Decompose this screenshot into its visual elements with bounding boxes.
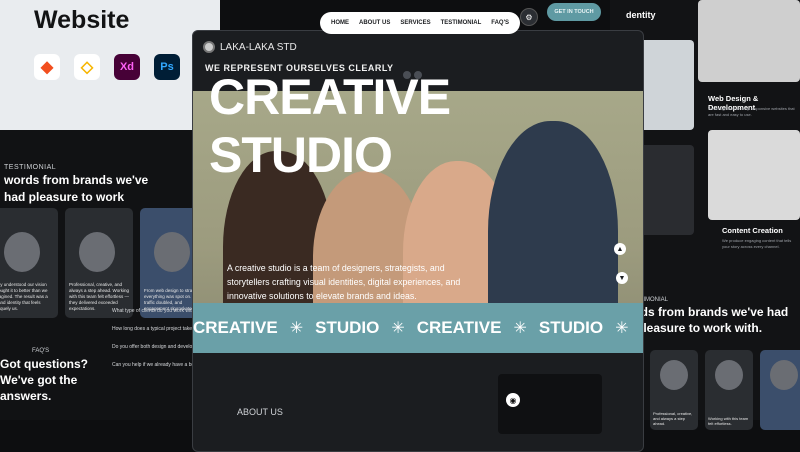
settings-icon[interactable]: ⚙ [520,8,538,26]
nav-item-about[interactable]: ABOUT US [354,20,395,26]
get-in-touch-button[interactable]: GET IN TOUCH [547,3,601,21]
asterisk-icon: ✳ [513,320,527,337]
scroll-up-icon[interactable]: ▲ [614,243,626,255]
nav-item-faqs[interactable]: FAQ'S [486,20,514,26]
testimonial-card[interactable]: Professional, creative, and always a ste… [650,350,698,430]
testimonial-card[interactable]: Professional, creative, and always a ste… [65,208,133,318]
testimonial-panel-left: TESTIMONIAL words from brands we've had … [0,130,215,420]
service-image [708,130,800,220]
nav-item-home[interactable]: HOME [326,20,354,26]
avatar [4,232,40,272]
asterisk-icon: ✳ [289,320,304,337]
faq-eyebrow: FAQ'S [32,348,50,354]
testimonial-quote: Working with this team felt effortless. [708,416,749,426]
testimonial-heading: rds from brands we've had pleasure to wo… [636,305,789,335]
avatar [154,232,190,272]
photoshop-icon: Ps [154,54,180,80]
marquee-word: CREATIVE [416,318,502,337]
asterisk-icon: ✳ [391,320,405,337]
hero-title: CREATIVE STUDIO [209,69,451,183]
testimonial-quote: truly understood our vision brought it t… [0,282,48,311]
testimonial-card[interactable]: truly understood our vision brought it t… [0,208,58,318]
scroll-down-icon[interactable]: ▼ [616,272,628,284]
marquee-word: STUDIO [538,318,604,337]
testimonial-card[interactable] [760,350,800,430]
brand[interactable]: LAKA-LAKA STD [203,41,297,53]
sketch-icon: ◇ [74,54,100,80]
avatar [770,360,798,390]
logo-icon [203,41,215,53]
brand-name: LAKA-LAKA STD [220,41,297,53]
promo-title: Website [34,6,130,34]
faq-heading: Got questions? We've got the answers. [0,357,88,403]
avatar [660,360,688,390]
testimonial-quote: Professional, creative, and always a ste… [653,411,693,426]
service-title[interactable]: Content Creation [722,226,783,235]
xd-icon: Xd [114,54,140,80]
marquee-word: CREATIVE [193,318,278,337]
services-heading: dentity [626,10,656,20]
hero-description: A creative studio is a team of designers… [227,263,461,301]
eye-icon[interactable]: ◉ [506,393,520,407]
main-nav: HOME ABOUT US SERVICES TESTIMONIAL FAQ'S [320,12,521,34]
nav-item-services[interactable]: SERVICES [395,20,435,26]
tool-icons: ◆ ◇ Xd Ps [34,54,180,80]
marquee-word: STUDIO [315,318,380,337]
testimonial-cards: truly understood our vision brought it t… [0,208,208,318]
avatar [715,360,743,390]
testimonial-cards: Professional, creative, and always a ste… [650,350,800,430]
avatar [79,232,115,272]
marquee-band: CREATIVE ✳ STUDIO ✳ CREATIVE ✳ STUDIO ✳ [193,303,643,353]
asterisk-icon: ✳ [615,320,629,337]
about-section-label: ABOUT US [237,407,283,417]
service-image [698,0,800,82]
testimonial-card[interactable]: Working with this team felt effortless. [705,350,753,430]
nav-item-testimonial[interactable]: TESTIMONIAL [436,20,487,26]
service-description: We produce engaging content that tells y… [722,238,792,249]
service-description: We design and develop responsive website… [708,106,795,117]
figma-icon: ◆ [34,54,60,80]
testimonial-eyebrow: TESTIMONIAL [4,164,57,171]
